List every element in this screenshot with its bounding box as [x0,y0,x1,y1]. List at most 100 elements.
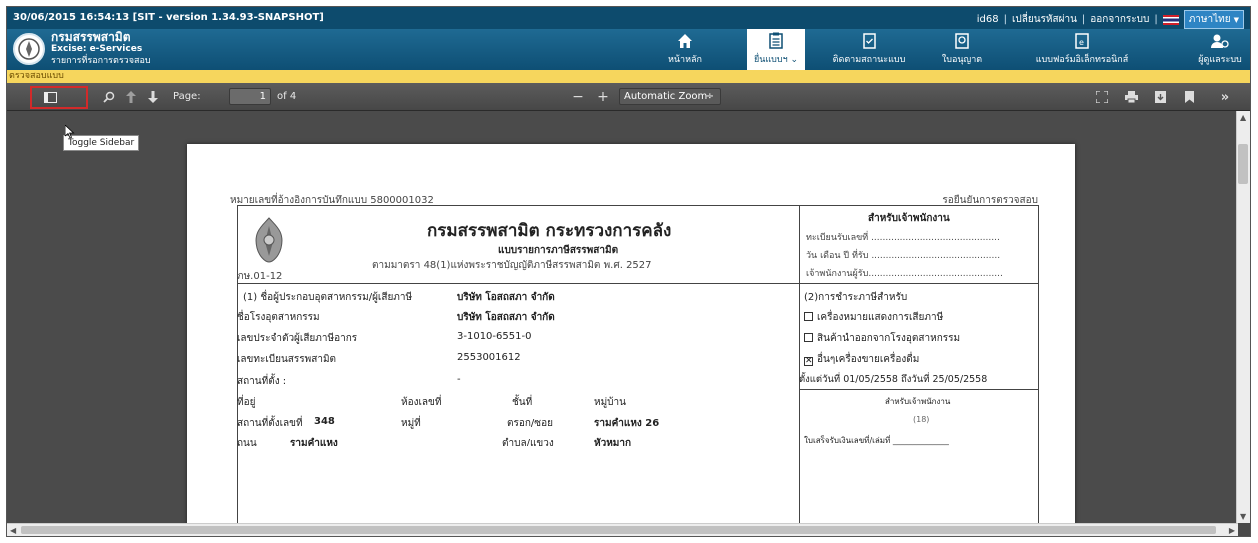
tax-option-2: สินค้านำออกจากโรงอุตสาหกรรม [804,331,960,346]
home-icon [678,34,692,48]
download-icon [1154,91,1166,103]
tax-option-3-label: อื่นๆเครื่องขายเครื่องดื่ม [817,354,920,365]
field-label-1: (1) ชื่อผู้ประกอบอุตสาหกรรม/ผู้เสียภาษี [243,292,413,303]
officer-title-2: สำหรับเจ้าพนักงาน [885,397,951,406]
next-page-button[interactable] [145,89,161,105]
double-chevron-right-icon: » [1220,89,1230,105]
zoom-in-button[interactable]: + [595,89,611,105]
change-password-link[interactable]: เปลี่ยนรหัสผ่าน [1012,12,1077,27]
garuda-seal-logo [249,216,289,264]
officer-line-3: เจ้าพนักงานผู้รับ.......................… [806,269,1003,279]
officer-number: (18) [913,415,930,424]
nav-eform-label: แบบฟอร์มอิเล็กทรอนิกส์ [1035,55,1129,65]
presentation-mode-button[interactable] [1094,89,1110,105]
field-value-3: 3-1010-6551-0 [457,331,532,342]
zoom-select-value: Automatic Zoom [624,91,708,102]
bookmark-button[interactable] [1181,89,1197,105]
find-button[interactable] [101,89,117,105]
addr-soi-value: รามคำแหง 26 [594,418,660,429]
addr-village-label: หมู่บ้าน [594,397,626,408]
eform-icon: e [1075,33,1089,49]
scroll-up-arrow-icon: ▲ [1240,113,1247,122]
pdf-viewer[interactable]: หมายเลขที่อ้างอิงการบันทึกแบบ 5800001032… [7,111,1238,523]
tools-button[interactable]: » [1215,89,1235,105]
select-arrows-icon: ÷ [705,91,714,102]
form-code: ภษ.01-12 [237,271,283,282]
vertical-scroll-thumb[interactable] [1238,144,1248,184]
bookmark-icon [1184,91,1194,103]
license-icon [955,33,969,49]
addr-label: ที่อยู่ [237,397,256,408]
addr-tambon-label: ตำบล/แขวง [502,438,554,446]
nav-admin[interactable]: ผู้ดูแลระบบ [1192,29,1248,70]
horizontal-scroll-thumb[interactable] [21,526,1216,534]
officer-line-2: วัน เดือน ปี ที่รับ ....................… [806,251,1001,261]
app-title: กรมสรรพสามิต [51,30,131,44]
admin-gear-icon [1211,34,1229,48]
printer-icon [1124,91,1138,103]
track-doc-icon [862,33,876,49]
addr-number-label: สถานที่ตั้งเลขที่ [237,418,303,429]
addr-road-label: ถนน [237,438,257,446]
nav-track-status[interactable]: ติดตามสถานะแบบ [819,29,919,70]
user-id: id68 [976,14,999,25]
app-subtitle: Excise: e-Services [51,44,143,54]
download-button[interactable] [1152,89,1168,105]
addr-number-value: 348 [314,416,335,427]
addr-moo-label: หมู่ที่ [401,418,421,429]
sidebar-icon [43,92,57,103]
addr-room-label: ห้องเลขที่ [401,397,442,408]
minus-icon: − [572,89,584,105]
print-button[interactable] [1123,89,1139,105]
nav-license[interactable]: ใบอนุญาต [927,29,997,70]
scroll-right-arrow-icon: ▶ [1228,526,1235,535]
toggle-sidebar-button[interactable] [30,86,88,109]
field-value-4: 2553001612 [457,352,521,363]
fullscreen-icon [1096,91,1108,103]
chevron-down-icon: ⌄ [787,55,799,65]
plus-icon: + [597,89,609,105]
field-value-5: - [457,374,461,385]
top-info-bar: 30/06/2015 16:54:13 [SIT - version 1.34.… [7,7,1250,29]
caret-down-icon: ▼ [1233,15,1239,24]
right-hline [799,389,1039,390]
previous-page-button[interactable] [123,89,139,105]
language-dropdown[interactable]: ภาษาไทย ▼ [1183,10,1244,29]
addr-floor-label: ชั้นที่ [512,397,533,408]
logout-link[interactable]: ออกจากระบบ [1090,12,1149,27]
field-label-2: ชื่อโรงอุตสาหกรรม [237,312,320,323]
nav-eform[interactable]: e แบบฟอร์มอิเล็กทรอนิกส์ [1012,29,1152,70]
page-label: Page: [173,91,201,102]
field-value-1: บริษัท โอสถสภา จำกัด [457,292,555,303]
field-label-4: เลขทะเบียนสรรพสามิต [237,354,337,365]
zoom-select[interactable]: Automatic Zoom ÷ [619,88,721,105]
addr-soi-label: ตรอก/ซอย [507,418,553,429]
clipboard-icon [769,32,783,49]
scroll-down-arrow-icon: ▼ [1240,512,1247,521]
tax-title: (2)การชำระภาษีสำหรับ [804,292,908,303]
app-header: กรมสรรพสามิต Excise: e-Services รายการที… [7,29,1250,70]
field-label-3: เลขประจำตัวผู้เสียภาษีอากร [237,333,358,344]
arrow-up-icon [126,91,136,103]
language-label: ภาษาไทย [1188,14,1231,25]
tax-option-3: ✕ อื่นๆเครื่องขายเครื่องดื่ม [804,352,919,367]
thai-flag-icon [1162,14,1179,25]
nav-submit-form[interactable]: ยื่นแบบฯ ⌄ [747,29,805,70]
tax-option-1: เครื่องหมายแสดงการเสียภาษี [804,310,943,325]
addr-tambon-value: หัวหมาก [594,438,632,446]
zoom-out-button[interactable]: − [570,89,586,105]
mouse-cursor-icon [64,124,75,143]
pdf-page: หมายเลขที่อ้างอิงการบันทึกแบบ 5800001032… [187,144,1075,523]
checkbox-unchecked [804,312,813,321]
field-value-2: บริษัท โอสถสภา จำกัด [457,312,555,323]
main-title: กรมสรรพสามิต กระทรวงการคลัง [427,221,672,241]
pdf-toolbar: Page: 1 of 4 − + Automatic Zoom ÷ » [7,83,1250,111]
search-icon [103,91,115,103]
section-bar: ตรวจสอบแบบ [7,70,1250,83]
scroll-left-arrow-icon: ◀ [10,526,17,535]
nav-track-status-label: ติดตามสถานะแบบ [832,55,906,65]
nav-admin-label: ผู้ดูแลระบบ [1198,55,1242,65]
arrow-down-icon [148,91,158,103]
page-number-input[interactable]: 1 [229,88,271,105]
nav-home[interactable]: หน้าหลัก [655,29,715,70]
